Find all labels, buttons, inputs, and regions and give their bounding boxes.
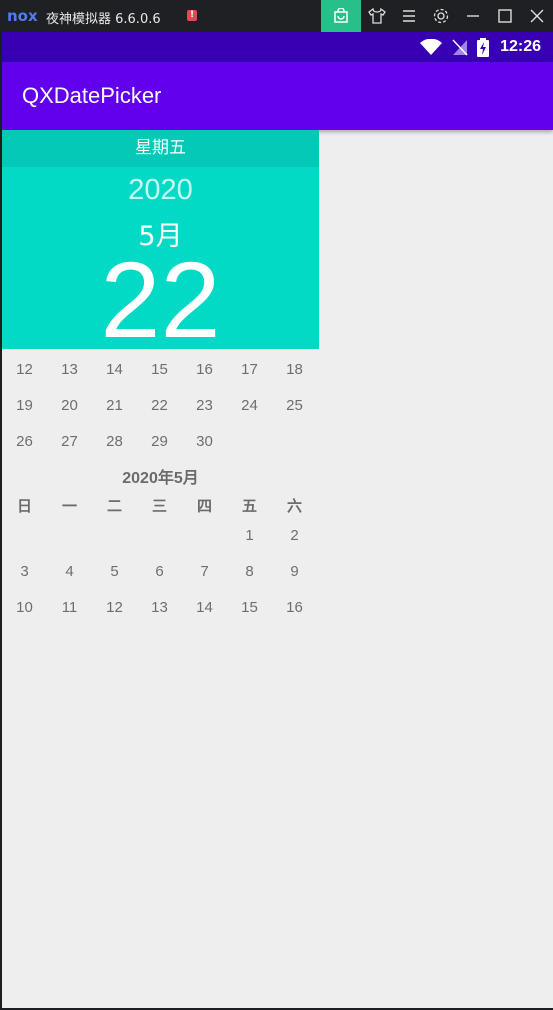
day-cell[interactable]: 5 bbox=[92, 563, 137, 580]
day-cell[interactable]: 2 bbox=[272, 527, 317, 544]
weekday-header: 日 bbox=[16, 497, 32, 515]
day-label: 22 bbox=[100, 239, 221, 360]
day-cell[interactable]: 3 bbox=[2, 563, 47, 580]
day-cell[interactable]: 12 bbox=[2, 361, 47, 378]
day-cell[interactable]: 30 bbox=[182, 433, 227, 450]
day-cell[interactable]: 6 bbox=[137, 563, 182, 580]
no-signal-icon bbox=[452, 39, 468, 60]
day-cell[interactable]: 24 bbox=[227, 397, 272, 414]
day-cell[interactable]: 1 bbox=[227, 527, 272, 544]
date-header: 星期五 2020 5月 22 bbox=[2, 130, 319, 360]
shirt-icon[interactable] bbox=[367, 6, 387, 26]
day-cell[interactable]: 14 bbox=[182, 599, 227, 616]
app-title: QXDatePicker bbox=[22, 83, 162, 108]
day-cell[interactable]: 21 bbox=[92, 397, 137, 414]
close-icon[interactable] bbox=[527, 6, 547, 26]
day-cell[interactable]: 14 bbox=[92, 361, 137, 378]
day-cell[interactable]: 8 bbox=[227, 563, 272, 580]
day-cell[interactable]: 25 bbox=[272, 397, 317, 414]
day-cell[interactable]: 23 bbox=[182, 397, 227, 414]
weekday-header: 一 bbox=[61, 497, 77, 515]
emulator-title-bar: nox 夜神模拟器 6.6.0.6 ! bbox=[0, 0, 553, 32]
alert-badge[interactable]: ! bbox=[187, 10, 197, 21]
nox-logo: nox bbox=[7, 7, 38, 25]
year-label[interactable]: 2020 bbox=[2, 174, 319, 207]
status-bar: 12:26 bbox=[2, 32, 553, 62]
weekday-header: 六 bbox=[286, 497, 302, 515]
day-cell[interactable]: 17 bbox=[227, 361, 272, 378]
day-cell[interactable]: 7 bbox=[182, 563, 227, 580]
day-cell[interactable]: 9 bbox=[272, 563, 317, 580]
day-cell[interactable]: 28 bbox=[92, 433, 137, 450]
day-cell[interactable]: 12 bbox=[92, 599, 137, 616]
day-cell[interactable]: 20 bbox=[47, 397, 92, 414]
day-cell[interactable]: 10 bbox=[2, 599, 47, 616]
weekday-header: 四 bbox=[196, 497, 212, 515]
day-cell[interactable]: 4 bbox=[47, 563, 92, 580]
wifi-icon bbox=[420, 38, 442, 60]
day-cell[interactable]: 22 bbox=[137, 397, 182, 414]
android-screen: 12:26 QXDatePicker 星期五 2020 5月 22 12 13 14… bbox=[2, 32, 553, 1008]
weekday-label: 星期五 bbox=[2, 130, 319, 167]
day-cell[interactable]: 15 bbox=[137, 361, 182, 378]
day-cell[interactable]: 16 bbox=[182, 361, 227, 378]
gear-icon[interactable] bbox=[431, 6, 451, 26]
day-cell[interactable]: 11 bbox=[47, 599, 92, 616]
day-cell[interactable]: 18 bbox=[272, 361, 317, 378]
menu-icon[interactable] bbox=[399, 6, 419, 26]
day-cell[interactable]: 15 bbox=[227, 599, 272, 616]
calendar-title: 2020年5月 bbox=[122, 470, 199, 487]
store-icon[interactable] bbox=[321, 0, 361, 32]
minimize-icon[interactable] bbox=[463, 6, 483, 26]
day-cell[interactable]: 13 bbox=[137, 599, 182, 616]
day-cell[interactable]: 26 bbox=[2, 433, 47, 450]
maximize-icon[interactable] bbox=[495, 6, 515, 26]
day-cell[interactable]: 29 bbox=[137, 433, 182, 450]
day-cell[interactable]: 27 bbox=[47, 433, 92, 450]
day-cell[interactable]: 16 bbox=[272, 599, 317, 616]
app-bar: QXDatePicker bbox=[2, 62, 553, 130]
battery-icon bbox=[477, 38, 489, 61]
day-cell[interactable]: 19 bbox=[2, 397, 47, 414]
weekday-header: 五 bbox=[241, 497, 257, 515]
emulator-title: 夜神模拟器 6.6.0.6 bbox=[46, 12, 161, 27]
day-cell[interactable]: 13 bbox=[47, 361, 92, 378]
weekday-header: 三 bbox=[151, 497, 167, 515]
weekday-header: 二 bbox=[106, 497, 122, 515]
status-time: 12:26 bbox=[500, 38, 541, 55]
